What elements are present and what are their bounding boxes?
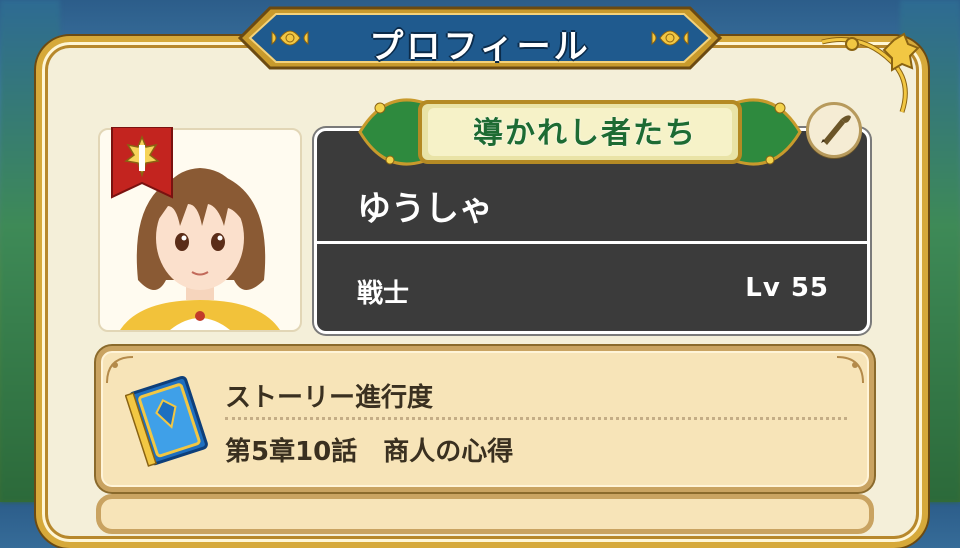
story-progress-card[interactable]: ストーリー進行度 第5章10話 商人の心得 [96,346,874,492]
ornament-icon [836,356,864,384]
title-banner: プロフィール [210,4,750,72]
next-card [96,494,874,534]
player-job: 戦士 [357,279,410,309]
divider [317,241,867,244]
edit-button[interactable] [806,102,862,158]
story-progress-value: 第5章10話 商人の心得 [225,437,514,467]
quill-pen-icon [821,115,851,145]
honor-title-text: 導かれし者たち [473,116,697,151]
dotted-divider [225,417,847,420]
warrior-emblem-flag-icon [111,127,173,199]
blue-book-icon [125,375,208,467]
page-title: プロフィール [369,27,591,67]
story-progress-label: ストーリー進行度 [225,383,434,413]
player-level: Lv 55 [745,273,829,303]
player-name: ゆうしゃ [357,189,493,229]
